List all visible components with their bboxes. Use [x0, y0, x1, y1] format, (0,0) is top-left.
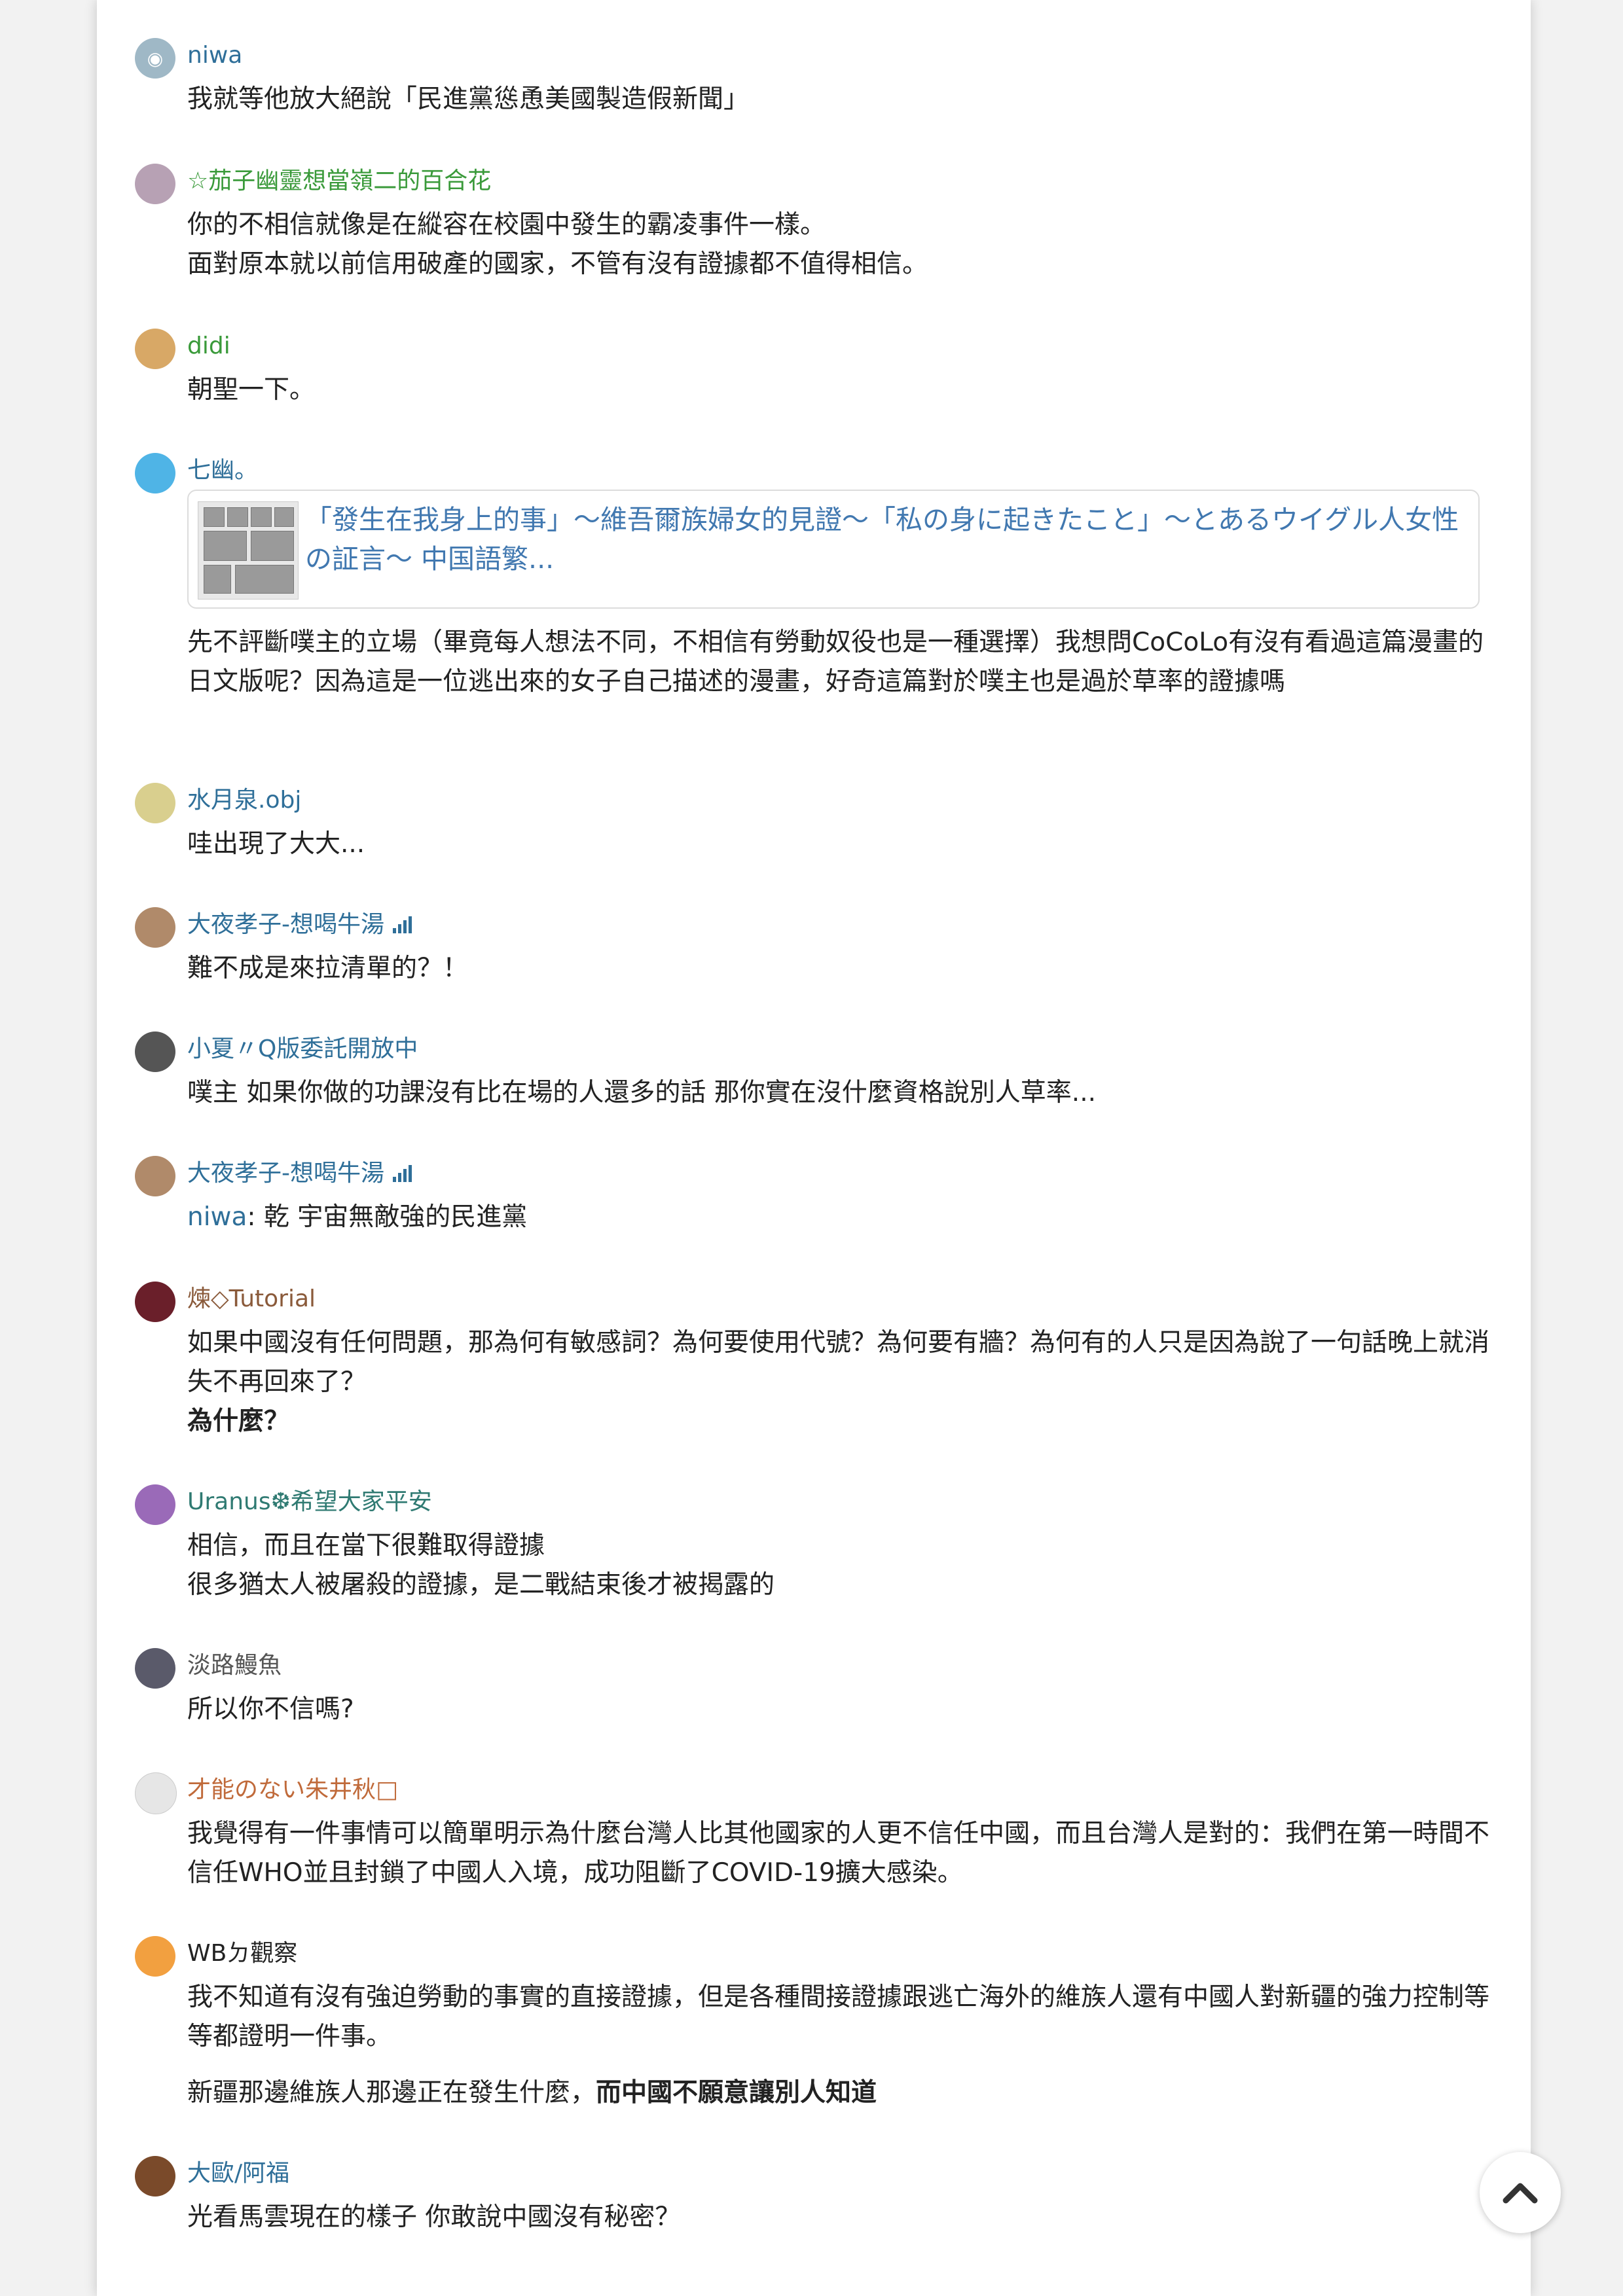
- comment-text: 相信，而且在當下很難取得證據: [187, 1531, 545, 1560]
- avatar[interactable]: [135, 453, 175, 493]
- signal-icon: [393, 1165, 412, 1182]
- comment-text: niwa: 乾 宇宙無敵強的民進黨: [187, 1198, 1490, 1237]
- comment-text: 我不知道有沒有強迫勞動的事實的直接證據，但是各種間接證據跟逃亡海外的維族人還有中…: [187, 1982, 1490, 2051]
- reply-text: : 乾 宇宙無敵強的民進黨: [247, 1202, 528, 1232]
- comment-author[interactable]: ☆茄子幽靈想當嶺二的百合花: [187, 165, 491, 198]
- comment-author[interactable]: 大夜孝子-想喝牛湯: [187, 908, 414, 941]
- link-preview-title[interactable]: 「發生在我身上的事」～維吾爾族婦女的見證～「私の身に起きたこと」～とあるウイグル…: [305, 500, 1464, 579]
- avatar[interactable]: [135, 164, 175, 204]
- comment-author[interactable]: 大夜孝子-想喝牛湯: [187, 1157, 414, 1190]
- comment-text: 噗主 如果你做的功課沒有比在場的人還多的話 那你實在沒什麼資格說別人草率...: [187, 1078, 1096, 1107]
- comment-text: 朝聖一下。: [187, 375, 316, 404]
- comment-body: 光看馬雲現在的樣子 你敢說中國沒有秘密？: [187, 2198, 1490, 2237]
- avatar[interactable]: [135, 1156, 175, 1196]
- comment-author[interactable]: 煉◇Tutorial: [187, 1283, 316, 1316]
- comment-text: 面對原本就以前信用破產的國家，不管有沒有證據都不值得相信。: [187, 249, 928, 279]
- comment-text: 先不評斷噗主的立場（畢竟每人想法不同，不相信有勞動奴役也是一種選擇）我想問CoC…: [187, 628, 1484, 696]
- comment-body: 哇出現了大大...: [187, 825, 1490, 864]
- comment-author[interactable]: niwa: [187, 39, 242, 72]
- avatar[interactable]: ◉: [135, 38, 175, 79]
- scroll-to-top-button[interactable]: [1480, 2152, 1561, 2233]
- avatar[interactable]: [135, 1648, 175, 1689]
- link-thumbnail: [198, 501, 299, 600]
- avatar[interactable]: [135, 783, 175, 823]
- comment-body: 噗主 如果你做的功課沒有比在場的人還多的話 那你實在沒什麼資格說別人草率...: [187, 1073, 1490, 1113]
- comment-text: 難不成是來拉清單的？！: [187, 954, 469, 983]
- avatar[interactable]: [135, 1772, 177, 1814]
- comment-text: 所以你不信嗎?: [187, 1695, 354, 1724]
- author-name: 大夜孝子-想喝牛湯: [187, 911, 384, 938]
- chevron-up-icon: [1503, 2183, 1538, 2204]
- comment-author[interactable]: didi: [187, 330, 230, 363]
- avatar[interactable]: [135, 1282, 175, 1322]
- comment-text: 我就等他放大絕說「民進黨慫恿美國製造假新聞」: [187, 84, 750, 114]
- comment-body: 相信，而且在當下很難取得證據 很多猶太人被屠殺的證據，是二戰結束後才被揭露的: [187, 1526, 1490, 1605]
- comment-text: 新疆那邊維族人那邊正在發生什麼，而中國不願意讓別人知道: [187, 2073, 1490, 2113]
- comment-author[interactable]: 水月泉.obj: [187, 784, 301, 817]
- avatar[interactable]: [135, 1031, 175, 1072]
- comment-text: 很多猶太人被屠殺的證據，是二戰結束後才被揭露的: [187, 1570, 775, 1600]
- avatar[interactable]: [135, 2156, 175, 2197]
- avatar[interactable]: [135, 1936, 175, 1977]
- comment-body: 朝聖一下。: [187, 370, 1490, 410]
- comment-text: 你的不相信就像是在縱容在校園中發生的霸凌事件一樣。: [187, 210, 826, 240]
- comment-text-bold: 為什麼？: [187, 1407, 290, 1436]
- comment-text-plain: 新疆那邊維族人那邊正在發生什麼，: [187, 2078, 596, 2108]
- comment-body: 難不成是來拉清單的？！: [187, 949, 1490, 988]
- comment-author[interactable]: WBㄉ觀察: [187, 1937, 297, 1970]
- comment-body: 我就等他放大絕說「民進黨慫恿美國製造假新聞」: [187, 80, 1490, 119]
- comment-author[interactable]: 淡路鰻魚: [187, 1649, 282, 1682]
- comment-author[interactable]: 大歐/阿福: [187, 2157, 289, 2190]
- author-name: 大夜孝子-想喝牛湯: [187, 1160, 384, 1187]
- comment-text-bold: 而中國不願意讓別人知道: [596, 2078, 877, 2108]
- comment-author[interactable]: 七幽。: [187, 454, 258, 487]
- avatar[interactable]: [135, 329, 175, 369]
- comment-author[interactable]: Uranus❆希望大家平安: [187, 1486, 432, 1518]
- comment-text: 我覺得有一件事情可以簡單明示為什麼台灣人比其他國家的人更不信任中國，而且台灣人是…: [187, 1819, 1490, 1888]
- mention-link[interactable]: niwa: [187, 1202, 247, 1232]
- signal-icon: [393, 916, 412, 933]
- comment-body: niwa: 乾 宇宙無敵強的民進黨: [187, 1198, 1490, 1237]
- comment-body: 所以你不信嗎?: [187, 1690, 1490, 1729]
- avatar[interactable]: [135, 907, 175, 948]
- comment-author[interactable]: 小夏〃Q版委託開放中: [187, 1033, 418, 1066]
- comment-body: 你的不相信就像是在縱容在校園中發生的霸凌事件一樣。 面對原本就以前信用破產的國家…: [187, 206, 1490, 284]
- comment-body: 我不知道有沒有強迫勞動的事實的直接證據，但是各種間接證據跟逃亡海外的維族人還有中…: [187, 1978, 1490, 2113]
- comment-text: 如果中國沒有任何問題，那為何有敏感詞？為何要使用代號？為何要有牆？為何有的人只是…: [187, 1328, 1490, 1397]
- comment-body: 如果中國沒有任何問題，那為何有敏感詞？為何要使用代號？為何要有牆？為何有的人只是…: [187, 1323, 1490, 1441]
- plurk-comment-page: ◉ niwa 我就等他放大絕說「民進黨慫恿美國製造假新聞」 ☆茄子幽靈想當嶺二的…: [97, 0, 1531, 2296]
- comment-author[interactable]: 才能のない朱井秋□: [187, 1774, 398, 1806]
- comment-text: 光看馬雲現在的樣子 你敢說中國沒有秘密？: [187, 2202, 681, 2232]
- comment-text: 哇出現了大大...: [187, 829, 365, 859]
- comment-body: 我覺得有一件事情可以簡單明示為什麼台灣人比其他國家的人更不信任中國，而且台灣人是…: [187, 1814, 1490, 1893]
- avatar[interactable]: [135, 1484, 175, 1525]
- link-preview-card[interactable]: 「發生在我身上的事」～維吾爾族婦女的見證～「私の身に起きたこと」～とあるウイグル…: [187, 490, 1480, 609]
- comment-body: 先不評斷噗主的立場（畢竟每人想法不同，不相信有勞動奴役也是一種選擇）我想問CoC…: [187, 623, 1490, 702]
